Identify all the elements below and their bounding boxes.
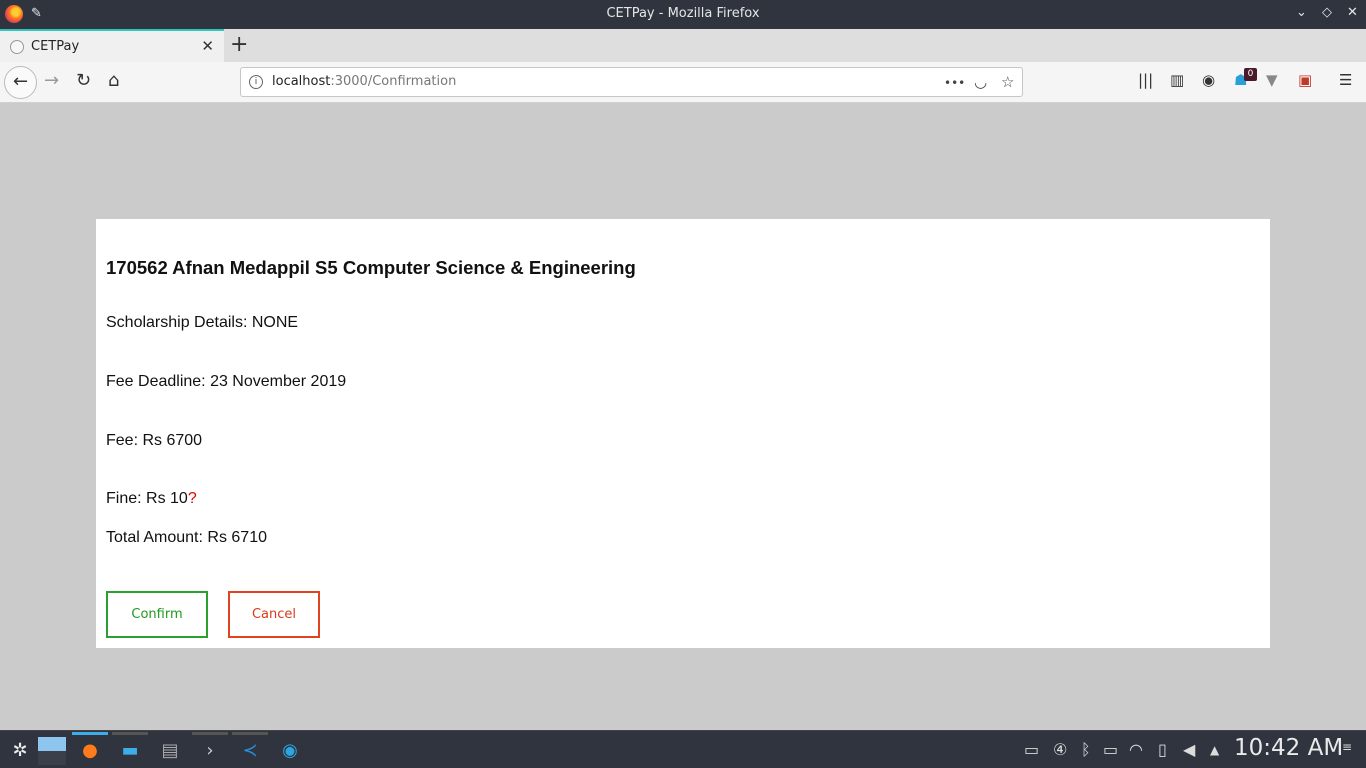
show-desktop-icon[interactable]: ▭ [1024,740,1039,759]
clock[interactable]: 10:42 AM [1234,735,1343,761]
taskbar-vscode-icon[interactable]: ≺ [230,732,270,768]
cancel-button[interactable]: Cancel [228,591,320,638]
wifi-icon[interactable]: ◠ [1129,740,1143,759]
forward-button[interactable]: → [44,70,59,91]
url-host: localhost [272,74,331,89]
url-bar[interactable]: i localhost:3000/Confirmation ••• ◡ ☆ [240,67,1023,97]
taskbar-telegram-icon[interactable]: ◉ [270,735,310,768]
confirmation-card: 170562 Afnan Medappil S5 Computer Scienc… [96,219,1270,648]
close-tab-icon[interactable]: ✕ [201,37,214,55]
taskbar-system-monitor-icon[interactable]: ▤ [150,735,190,768]
menu-button[interactable]: ☰ [1339,71,1352,89]
desktop-pager-icon[interactable] [32,735,72,768]
back-button[interactable]: ← [4,66,37,99]
fee-amount: Fee: Rs 6700 [106,432,203,449]
page-actions-icon[interactable]: ••• [944,76,965,90]
maximize-button[interactable]: ◇ [1322,5,1332,20]
scholarship-details: Scholarship Details: NONE [106,314,299,331]
bookmark-star-icon[interactable]: ☆ [1001,73,1014,91]
tab-cetpay[interactable]: CETPay ✕ [0,29,224,62]
confirm-button[interactable]: Confirm [106,591,208,638]
reload-button[interactable]: ↻ [76,70,91,91]
fee-deadline: Fee Deadline: 23 November 2019 [106,373,347,390]
window-title-bar: ✎ CETPay - Mozilla Firefox ⌄ ◇ ✕ [0,0,1366,29]
student-heading: 170562 Afnan Medappil S5 Computer Scienc… [106,257,636,278]
window-title: CETPay - Mozilla Firefox [606,6,760,21]
extension-badge: 0 [1244,68,1257,81]
fine-row: Fine: Rs 10? [106,490,197,508]
total-amount: Total Amount: Rs 6710 [106,529,267,546]
close-window-button[interactable]: ✕ [1347,5,1358,20]
taskbar-file-manager-icon[interactable]: ▬ [110,732,150,768]
taskbar-terminal-icon[interactable]: › [190,732,230,768]
sidebar-icon[interactable]: ▥ [1170,71,1184,89]
panel-settings-icon[interactable]: ≡ [1342,740,1352,754]
home-button[interactable]: ⌂ [108,70,119,91]
navigation-toolbar: ← → ↻ ⌂ i localhost:3000/Confirmation ••… [0,62,1366,103]
volume-icon[interactable]: ◀ [1183,740,1195,759]
url-text[interactable]: localhost:3000/Confirmation [272,74,456,89]
new-tab-button[interactable]: + [230,32,248,57]
fine-amount: Fine: Rs 10 [106,490,188,507]
bluetooth-icon[interactable]: ᛒ [1081,740,1091,759]
clipboard-icon[interactable]: ▯ [1158,740,1167,759]
virtual-desktop-indicator[interactable]: ④ [1053,740,1067,759]
page-favicon-icon [10,40,24,54]
page-viewport: 170562 Afnan Medappil S5 Computer Scienc… [0,123,1366,730]
vue-devtools-icon[interactable]: ▼ [1266,71,1278,89]
fine-help-icon[interactable]: ? [188,490,197,507]
account-icon[interactable]: ◉ [1202,71,1215,89]
taskbar-firefox-icon[interactable]: ● [70,732,110,768]
tab-title: CETPay [31,39,80,54]
tray-expand-icon[interactable]: ▲ [1210,743,1219,757]
library-icon[interactable]: ||| [1138,71,1153,89]
tab-strip: CETPay ✕ + [0,29,1366,62]
extension-icon[interactable]: ▣ [1298,71,1312,89]
pocket-icon[interactable]: ◡ [974,73,987,91]
site-info-icon[interactable]: i [249,75,263,89]
battery-icon[interactable]: ▭ [1103,740,1118,759]
minimize-button[interactable]: ⌄ [1296,5,1307,20]
url-path: :3000/Confirmation [330,74,457,89]
